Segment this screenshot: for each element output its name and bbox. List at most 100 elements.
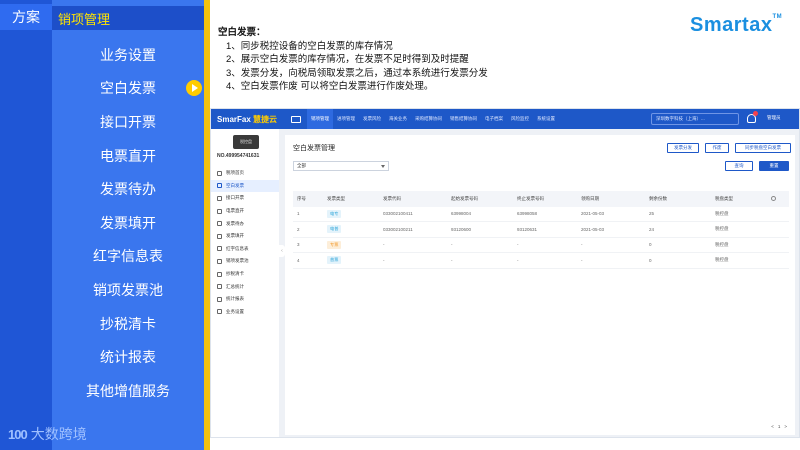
menu-item[interactable]: 空白发票 [52,72,204,106]
menu-item[interactable]: 电票直开 [52,139,204,173]
monitor-icon[interactable] [291,115,301,123]
table-cell: 0 [649,257,652,263]
invoice-type-tag: 电普 [327,225,342,234]
user-menu[interactable]: 管理员 [767,115,781,121]
scheme-tab[interactable]: 方案 [0,4,52,30]
table-cell: - [383,257,385,263]
menu-icon [217,170,222,176]
sidebar-item-label: 发票填开 [226,233,244,239]
sidebar-item[interactable]: 空白发票 [211,179,279,193]
sidebar-item[interactable]: 发票填开 [211,230,279,243]
menu-icon [217,208,222,214]
reset-button[interactable]: 重置 [759,161,789,171]
pagination: < 1 > [771,424,787,429]
nav-item[interactable]: 销项管理 [307,109,333,129]
table-row[interactable]: 3 专票 - - - - 0 税控盘 [293,238,789,253]
sidebar-item[interactable]: 统计报表 [211,293,279,306]
nav-item[interactable]: 进项管理 [333,109,359,129]
table-cell: - [517,242,519,248]
sidebar-item[interactable]: 发票待办 [211,217,279,230]
menu-item[interactable]: 其他增值服务 [52,374,204,408]
menu-item-label: 发票待办 [100,181,156,198]
table-cell: 电专 [323,209,379,218]
menu-item-label: 抄税清卡 [100,315,156,332]
sidebar-item[interactable]: 税项首页 [211,167,279,180]
nav-item[interactable]: 发票风险 [359,109,385,129]
nav-item[interactable]: 采购结算协同 [411,109,446,129]
table-cell: 033002100411 [383,211,413,217]
table-cell: - [451,257,453,263]
prev-page-button[interactable]: < [771,424,774,429]
device-image: 税控盘 [233,135,259,149]
table-cell: 63998058 [517,211,538,217]
nav-item[interactable]: 销售结算协同 [446,109,481,129]
table-row[interactable]: 4 普票 - - - - 0 税控盘 [293,253,789,269]
menu-item[interactable]: 发票填开 [52,206,204,240]
menu-item[interactable]: 业务设置 [52,38,204,72]
next-page-button[interactable]: > [784,424,787,429]
menu-item[interactable]: 发票待办 [52,172,204,206]
sidebar-item[interactable]: 销项发票池 [211,255,279,268]
app-main: 空白发票管理 发票分发 作废 同步税盘空白发票 全部 查询 重置 序号 发票类型 发… [285,135,795,435]
menu-item-label: 销项发票池 [93,281,163,298]
column-header: 终止发票号码 [517,195,544,201]
filter-value: 全部 [297,163,306,168]
sidebar-item[interactable]: 红字信息表 [211,243,279,256]
table-cell: 2 [297,226,300,232]
device-number[interactable]: NO.499954741631 [217,153,259,159]
sidebar-item-label: 发票待办 [226,220,244,226]
menu-icon [217,233,222,239]
sidebar-item[interactable]: 业务设置 [211,306,279,319]
table-cell: - [581,242,583,248]
sync-button[interactable]: 同步税盘空白发票 [735,143,791,153]
nav-item[interactable]: 风险监控 [507,109,533,129]
invoice-type-tag: 电专 [327,209,342,218]
nav-item[interactable]: 系统设置 [533,109,559,129]
sidebar-item[interactable]: 汇总统计 [211,280,279,293]
brand-logo-icon: 100 [8,426,28,442]
sidebar-item[interactable]: 接口开票 [211,192,279,205]
menu-icon [217,271,222,277]
filter-select[interactable]: 全部 [293,161,389,171]
menu-icon [217,246,222,252]
table-cell: - [383,242,385,248]
invoice-type-tag: 专票 [327,240,342,249]
sidebar-item[interactable]: 电票直开 [211,205,279,218]
menu-item[interactable]: 红字信息表 [52,240,204,274]
outer-strip [0,0,52,450]
description-line: 3、发票分发，向税局领取发票之后，通过本系统进行发票分发 [226,67,488,79]
sidebar-item-label: 销项发票池 [226,258,249,264]
bottom-brand-text: 大数跨境 [30,426,87,442]
table-cell: 3 [297,242,300,248]
table-row[interactable]: 2 电普 033002100211 93120600 93120631 2021-05-0… [293,222,789,238]
app-logo-text: SmarFax [217,114,251,124]
menu-item-label: 业务设置 [100,46,156,63]
description: 空白发票： 1、同步税控设备的空白发票的库存情况 2、展示空白发票的库存情况，在… [218,26,638,94]
sidebar-item[interactable]: 抄税清卡 [211,268,279,281]
company-select[interactable]: 深圳数字科技（上海）... [651,113,739,125]
table-cell: 税控盘 [715,210,729,216]
page-number[interactable]: 1 [778,424,781,429]
table-cell: 税控盘 [715,241,729,247]
void-button[interactable]: 作废 [705,143,729,153]
menu-icon [217,221,222,227]
menu-item-label: 其他增值服务 [86,382,170,399]
chevron-down-icon [381,165,385,168]
invoice-table: 序号 发票类型 发票代码 起始发票号码 终止发票号码 领购日期 剩余份数 税盘类型 1 电专 03… [293,191,789,269]
table-row[interactable]: 1 电专 033002100411 63998004 63998058 2021-05-0… [293,207,789,222]
logo-tm: TM [772,14,783,20]
nav-item[interactable]: 海关业务 [385,109,411,129]
query-button[interactable]: 查询 [725,161,753,171]
menu-item[interactable]: 销项发票池 [52,273,204,307]
sidebar-item-label: 抄税清卡 [226,271,244,277]
nav-item[interactable]: 电子档案 [481,109,507,129]
menu-item[interactable]: 统计报表 [52,340,204,374]
column-header: 税盘类型 [715,195,733,201]
gear-icon[interactable] [771,196,776,202]
menu-item[interactable]: 接口开票 [52,105,204,139]
sidebar-items: 税项首页 空白发票 接口开票 电票直开发票待办发票填开红字信息表销项发票池抄税清卡汇总… [211,167,279,318]
menu-item-label: 发票填开 [100,214,156,231]
menu-item[interactable]: 抄税清卡 [52,307,204,341]
distribute-button[interactable]: 发票分发 [667,143,699,153]
app-topbar: SmarFax 慧捷云 销项管理 进项管理 发票风险 海关业务 采购结算协同 销售结算协同… [211,109,799,129]
